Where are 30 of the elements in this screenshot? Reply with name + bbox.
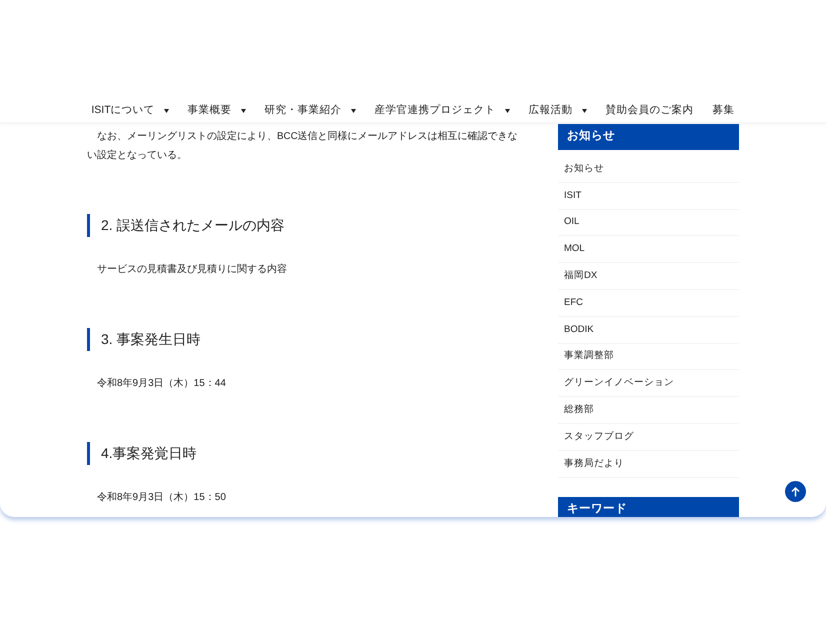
widget-header: キーワード [558,496,739,517]
nav-menu-item[interactable]: 産学官連携プロジェクト [374,102,510,118]
category-link[interactable]: グリーンイノベーション [558,376,674,390]
section-heading: 4.事案発覚日時 [87,442,521,465]
section-text: 令和8年9月3日（木）15：50 [96,490,227,505]
nav-menu-item[interactable]: 賛助会員のご案内 [606,102,694,118]
arrow-up-icon [791,486,800,496]
category-link[interactable]: 福岡DX [558,268,598,284]
nav-menu-item[interactable]: 事業概要 [188,102,246,118]
scroll-to-top-button[interactable] [785,481,806,502]
category-link[interactable]: 事業調整部 [558,349,614,364]
section-heading: 2. 誤送信されたメールの内容 [87,214,521,237]
nav-menu-item[interactable]: 研究・事業紹介 [264,102,356,118]
category-link[interactable]: MOL [558,242,585,256]
nav-menu-item[interactable]: ISITについて [91,102,169,118]
nav-menu-item[interactable]: 広報活動 [528,102,587,118]
category-link[interactable]: EFC [558,296,583,310]
category-link[interactable]: 総務部 [558,402,594,418]
section-heading: 3. 事案発生日時 [87,328,521,351]
section-text: 令和8年9月3日（木）15：44 [96,376,227,391]
nav-menu-item[interactable]: 募集 [712,102,735,118]
category-link[interactable]: スタッフブログ [558,430,634,444]
category-link[interactable]: OIL [558,215,580,230]
section-text: サービスの見積書及び見積りに関する内容 [96,262,288,277]
paragraph: なお、メーリングリストの設定により、BCC送信と同様にメールアドレスは相互に確認できない設定となっている。 [87,130,519,163]
category-link[interactable]: お知らせ [558,162,604,176]
category-link[interactable]: BODIK [558,322,594,337]
widget-header: お知らせ [558,124,739,150]
category-link[interactable]: 事務局だより [558,456,624,471]
category-link[interactable]: ISIT [558,188,582,203]
